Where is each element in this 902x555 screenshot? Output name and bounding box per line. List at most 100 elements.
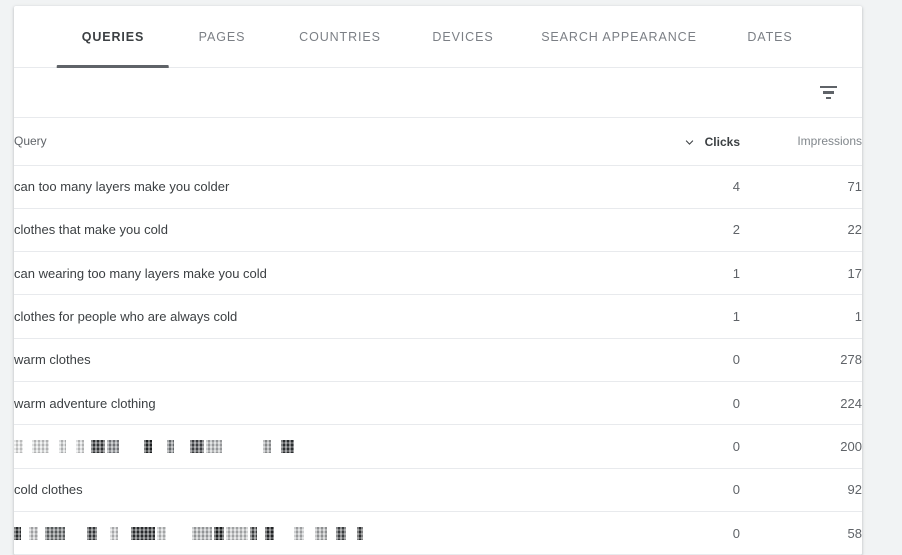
table-row[interactable]: can wearing too many layers make you col… [14,252,862,295]
tab-label: DEVICES [432,30,494,44]
redaction-block [276,527,292,540]
redaction-block [40,527,43,540]
cell-query: warm clothes [14,338,618,381]
query-text: clothes that make you cold [14,222,168,238]
cell-impressions: 58 [740,511,862,554]
query-text: can wearing too many layers make you col… [14,265,267,281]
redaction-block [29,526,38,540]
impressions-value: 17 [847,265,862,281]
clicks-value: 0 [732,395,740,411]
table-row[interactable]: 0 200 [14,425,862,469]
redaction-block [23,527,27,540]
tab-label: DATES [747,30,793,44]
tab-countries[interactable]: COUNTRIES [299,6,381,68]
cell-impressions: 71 [740,165,862,208]
redaction-block [224,440,261,453]
impressions-value: 92 [847,482,862,498]
cell-query: clothes that make you cold [14,208,618,251]
cell-impressions: 17 [740,252,862,295]
redaction-block [67,527,85,540]
clicks-value: 0 [732,525,740,541]
filter-bar-middle [822,91,834,94]
table-row[interactable]: clothes for people who are always cold 1 1 [14,295,862,339]
redaction-block [273,440,279,453]
redaction-block [259,527,263,540]
redaction-block [144,439,152,453]
tab-devices[interactable]: DEVICES [432,6,493,68]
impressions-value: 1 [854,309,862,325]
redaction-block [192,526,212,540]
column-header-impressions-label: Impressions [797,134,862,149]
tab-pages[interactable]: PAGES [199,6,246,68]
redaction-block [14,439,23,453]
cell-clicks: 0 [618,511,740,554]
redaction-block [263,439,271,453]
cell-query [14,511,618,554]
tab-label: SEARCH APPEARANCE [541,30,697,44]
tab-label: QUERIES [81,30,145,44]
redacted-query-text [14,525,618,541]
cell-clicks: 0 [618,468,740,511]
cell-impressions: 1 [740,295,862,338]
redaction-block [265,526,274,540]
cell-query: can wearing too many layers make you col… [14,252,618,295]
redaction-block [206,439,222,453]
cell-clicks: 0 [618,338,740,381]
redaction-block [99,527,108,540]
query-text: cold clothes [14,482,83,498]
clicks-value: 1 [732,309,740,325]
redaction-block [91,439,105,453]
clicks-value: 0 [732,352,740,368]
redaction-block [226,526,248,540]
column-header-clicks-label: Clicks [704,135,740,150]
redaction-block [214,526,224,540]
impressions-value: 224 [840,395,862,411]
cell-clicks: 4 [618,165,740,208]
table-row[interactable]: warm adventure clothing 0 224 [14,381,862,425]
redaction-block [336,526,346,540]
query-text: warm adventure clothing [14,395,156,411]
redaction-block [14,526,21,540]
query-text: can too many layers make you colder [14,179,230,195]
arrow-downward-icon [683,134,696,147]
tab-label: COUNTRIES [299,30,381,44]
clicks-value: 4 [732,179,740,195]
redaction-block [306,527,313,540]
filter-list-icon[interactable] [815,80,841,106]
cell-query [14,425,618,468]
redaction-block [190,439,204,453]
tab-dates[interactable]: DATES [747,6,792,68]
redaction-block [329,527,334,540]
cell-query: cold clothes [14,468,618,511]
impressions-value: 58 [847,525,862,541]
cell-clicks: 0 [618,425,740,468]
clicks-value: 1 [732,265,740,281]
table-row[interactable]: warm clothes 0 278 [14,338,862,382]
performance-card: QUERIES PAGES COUNTRIES DEVICES SEARCH APPEA… [14,6,862,555]
table-row[interactable]: can too many layers make you colder 4 71 [14,165,862,209]
redaction-block [76,439,84,453]
table-row[interactable]: 0 58 [14,511,862,555]
redaction-block [120,527,129,540]
redaction-block [357,526,363,540]
redaction-block [294,526,304,540]
tab-search-appearance[interactable]: SEARCH APPEARANCE [541,6,697,68]
redaction-block [59,439,66,453]
redaction-block [87,526,97,540]
cell-clicks: 2 [618,208,740,251]
column-header-impressions[interactable]: Impressions [740,118,862,165]
column-header-query[interactable]: Query [14,118,618,165]
cell-clicks: 1 [618,295,740,338]
redaction-block [86,440,89,453]
cell-impressions: 92 [740,468,862,511]
redaction-block [45,526,65,540]
redaction-block [315,526,327,540]
tab-label: PAGES [198,30,246,44]
redaction-block [250,526,257,540]
cell-query: clothes for people who are always cold [14,295,618,338]
redaction-block [176,440,188,453]
table-row[interactable]: cold clothes 0 92 [14,468,862,512]
tab-queries[interactable]: QUERIES [57,6,169,68]
column-header-clicks[interactable]: Clicks [618,118,740,165]
table-row[interactable]: clothes that make you cold 2 22 [14,208,862,252]
